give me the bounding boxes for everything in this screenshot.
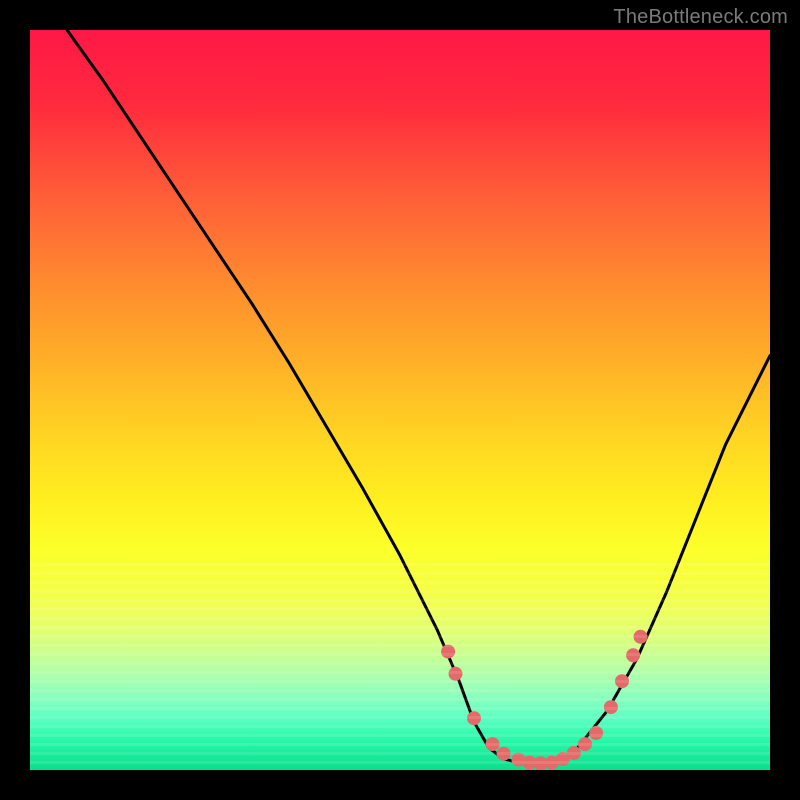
data-dot xyxy=(467,711,481,725)
data-dot xyxy=(567,746,581,760)
outer-frame: TheBottleneck.com xyxy=(0,0,800,800)
data-dot xyxy=(486,737,500,751)
watermark-text: TheBottleneck.com xyxy=(613,6,788,29)
data-dot xyxy=(441,645,455,659)
data-dot xyxy=(604,700,618,714)
plot-area xyxy=(30,30,770,770)
data-dot xyxy=(449,667,463,681)
chart-svg xyxy=(30,30,770,770)
data-dot xyxy=(626,648,640,662)
data-dot xyxy=(589,726,603,740)
data-dot xyxy=(615,674,629,688)
data-dot xyxy=(634,630,648,644)
data-dot xyxy=(497,747,511,761)
data-dot xyxy=(578,737,592,751)
bottleneck-curve xyxy=(67,30,770,764)
dot-group xyxy=(441,630,647,770)
